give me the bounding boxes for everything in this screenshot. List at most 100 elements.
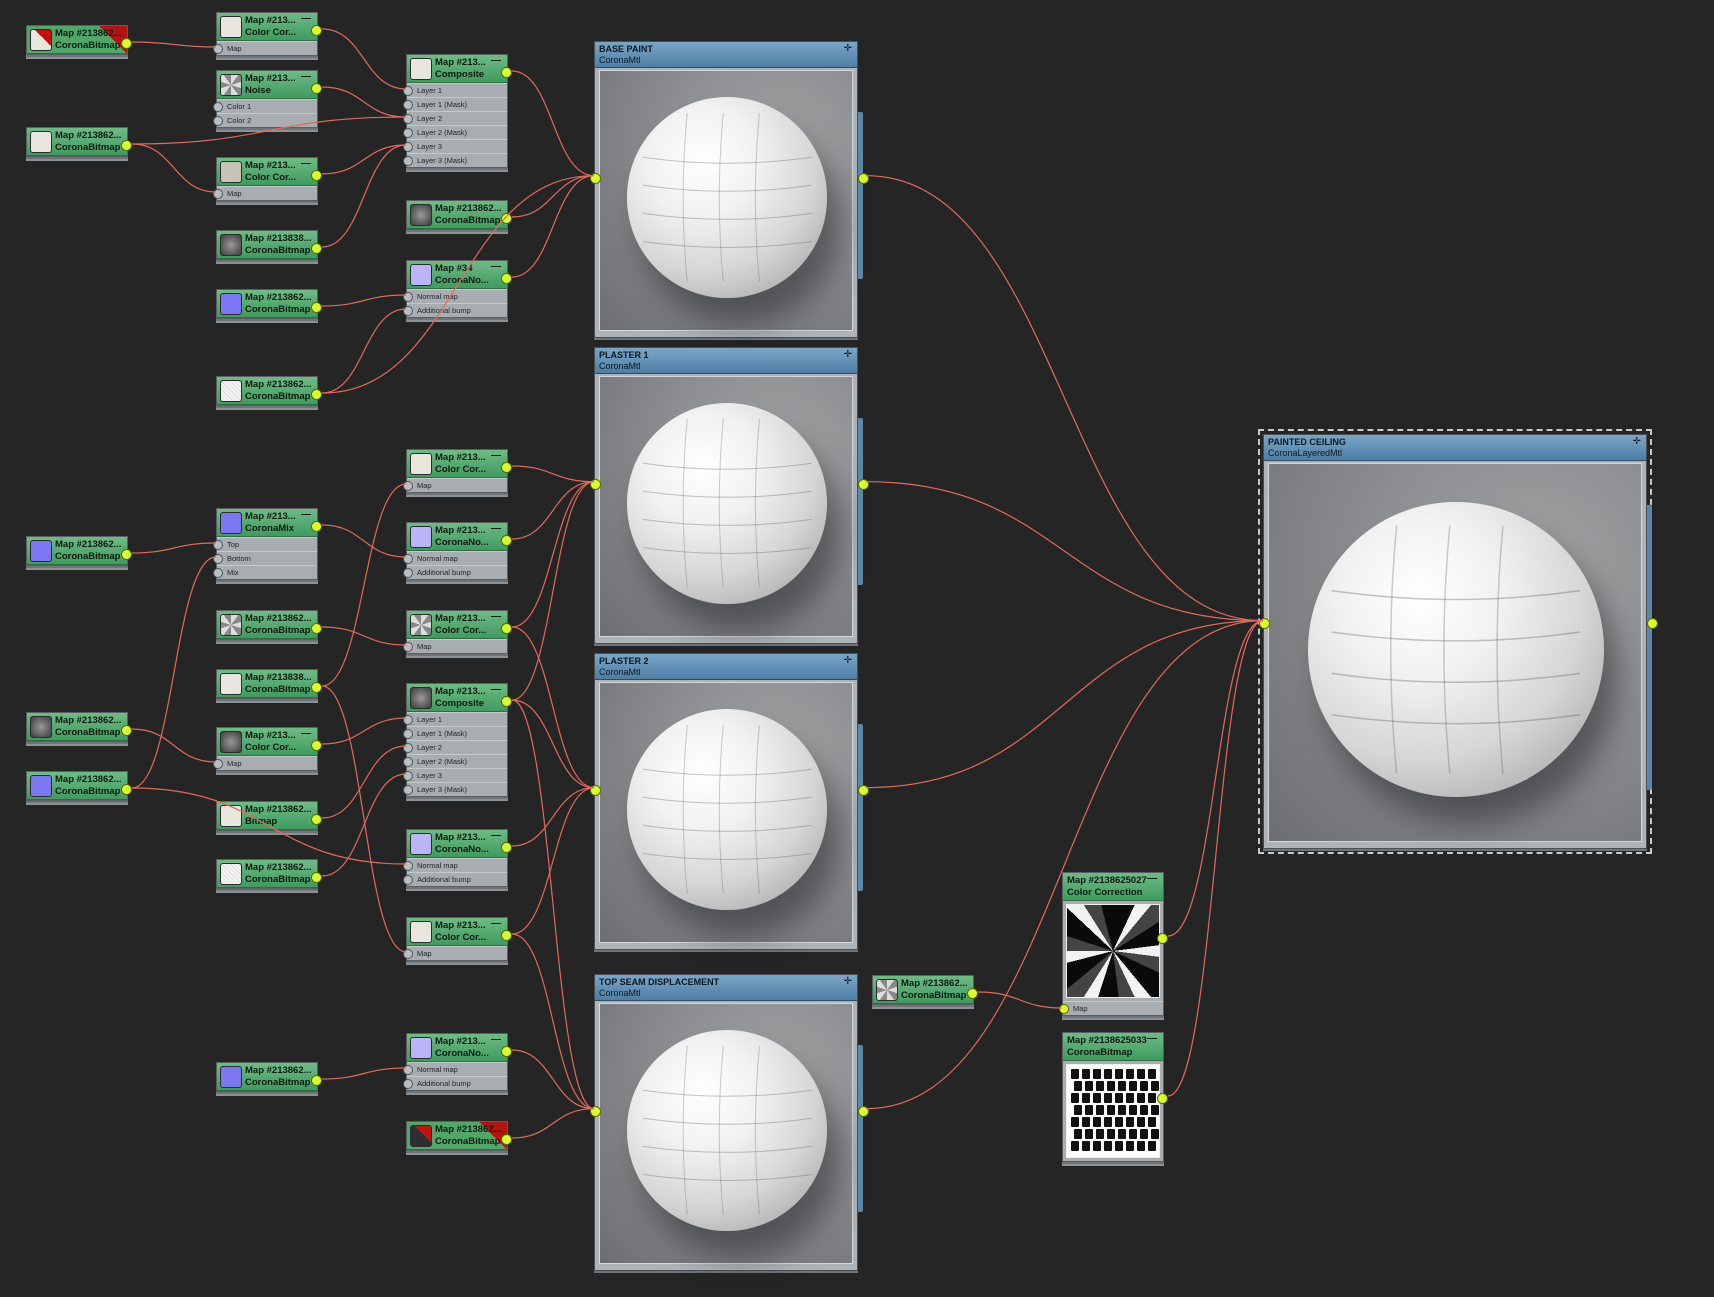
output-socket-icon[interactable] — [311, 682, 322, 693]
output-socket-icon[interactable] — [501, 623, 512, 634]
pin-icon[interactable]: ✛ — [1633, 436, 1641, 447]
input-slot[interactable]: Layer 3 (Mask) — [403, 153, 507, 167]
input-slot[interactable]: Layer 3 (Mask) — [403, 782, 507, 796]
material-header[interactable]: PLASTER 1 CoronaMtl ✛ — [595, 348, 857, 374]
output-socket-icon[interactable] — [311, 243, 322, 254]
input-socket-icon[interactable] — [403, 128, 413, 138]
input-socket-icon[interactable] — [590, 784, 601, 796]
minimize-icon[interactable]: — — [1147, 873, 1157, 884]
input-slot[interactable]: Normal map — [403, 551, 507, 565]
map-node-color-correction[interactable]: Map #2138625027 Color Correction — Map — [1059, 872, 1168, 1016]
input-socket-icon[interactable] — [403, 729, 413, 739]
output-socket-icon[interactable] — [501, 1134, 512, 1145]
input-slot[interactable]: Layer 1 (Mask) — [403, 97, 507, 111]
map-node[interactable]: Map #213... Color Cor... — Map — [213, 157, 322, 201]
map-node[interactable]: Map #213862... CoronaBitmap — [216, 859, 322, 889]
output-socket-icon[interactable] — [501, 273, 512, 284]
material-node-painted-ceiling[interactable]: PAINTED CEILING CoronaLayeredMtl ✛ — [1258, 429, 1658, 854]
input-socket-icon[interactable] — [403, 771, 413, 781]
node-header[interactable]: Map #213... Composite — — [407, 684, 507, 712]
minimize-icon[interactable]: — — [491, 523, 501, 534]
input-slot[interactable]: Map — [213, 186, 317, 200]
input-socket-icon[interactable] — [213, 44, 223, 54]
node-header[interactable]: Map #213... Noise — — [217, 71, 317, 99]
output-socket-icon[interactable] — [1647, 617, 1658, 629]
minimize-icon[interactable]: — — [491, 684, 501, 695]
output-socket-icon[interactable] — [501, 535, 512, 546]
output-socket-icon[interactable] — [121, 140, 132, 151]
input-slot[interactable]: Layer 1 — [403, 712, 507, 726]
output-socket-icon[interactable] — [1157, 1093, 1168, 1104]
material-node-plaster-2[interactable]: PLASTER 2 CoronaMtl ✛ — [590, 653, 869, 950]
input-slot[interactable]: Normal map — [403, 858, 507, 872]
input-socket-icon[interactable] — [403, 156, 413, 166]
map-node[interactable]: Map #213... Color Cor... — Map — [403, 610, 512, 654]
node-header[interactable]: Map #213862... CoronaBitmap — [27, 713, 127, 741]
material-side-tab[interactable] — [858, 112, 863, 279]
input-slot[interactable]: Map — [403, 478, 507, 492]
map-node[interactable]: Map #213862... CoronaBitmap — [216, 1062, 322, 1092]
output-socket-icon[interactable] — [311, 814, 322, 825]
output-socket-icon[interactable] — [501, 696, 512, 707]
node-header[interactable]: Map #2138625033 CoronaBitmap — — [1063, 1033, 1163, 1061]
input-slot[interactable]: Color 2 — [213, 113, 317, 127]
output-socket-icon[interactable] — [501, 1046, 512, 1057]
node-header[interactable]: Map #213... CoronaNo... — — [407, 1034, 507, 1062]
output-socket-icon[interactable] — [501, 930, 512, 941]
node-header[interactable]: Map #213862... CoronaBitmap — [217, 290, 317, 318]
map-node[interactable]: Map #213838... CoronaBitmap — [216, 230, 322, 260]
output-socket-icon[interactable] — [311, 302, 322, 313]
pin-icon[interactable]: ✛ — [844, 655, 852, 666]
input-slot[interactable]: Layer 1 — [403, 83, 507, 97]
material-node-base-paint[interactable]: BASE PAINT CoronaMtl ✛ — [590, 41, 869, 338]
map-node[interactable]: Map #213... Color Cor... — Map — [403, 449, 512, 493]
minimize-icon[interactable]: — — [301, 71, 311, 82]
output-socket-icon[interactable] — [858, 172, 869, 184]
node-header[interactable]: Map #213... CoronaNo... — — [407, 830, 507, 858]
minimize-icon[interactable]: — — [491, 261, 501, 272]
input-slot[interactable]: Layer 2 (Mask) — [403, 754, 507, 768]
input-socket-icon[interactable] — [403, 292, 413, 302]
map-node[interactable]: Map #213862... CoronaBitmap — [26, 536, 132, 566]
node-header[interactable]: Map #213862... CoronaBitmap — [217, 377, 317, 405]
node-header[interactable]: Map #213862... CoronaBitmap — [407, 1122, 507, 1150]
output-socket-icon[interactable] — [311, 623, 322, 634]
node-header[interactable]: Map #213862... CoronaBitmap — [27, 537, 127, 565]
output-socket-icon[interactable] — [121, 549, 132, 560]
minimize-icon[interactable]: — — [491, 1034, 501, 1045]
input-slot[interactable]: Normal map — [403, 289, 507, 303]
input-socket-icon[interactable] — [403, 306, 413, 316]
input-slot[interactable]: Additional bump — [403, 303, 507, 317]
minimize-icon[interactable]: — — [491, 611, 501, 622]
node-header[interactable]: Map #34 CoronaNo... — — [407, 261, 507, 289]
input-socket-icon[interactable] — [403, 86, 413, 96]
input-slot[interactable]: Map — [213, 41, 317, 55]
input-socket-icon[interactable] — [403, 554, 413, 564]
node-header[interactable]: Map #213862... CoronaBitmap — [217, 611, 317, 639]
output-socket-icon[interactable] — [121, 38, 132, 49]
map-node[interactable]: Map #213838... CoronaBitmap — [216, 669, 322, 699]
node-header[interactable]: Map #213862... CoronaBitmap — [27, 26, 127, 54]
input-socket-icon[interactable] — [403, 861, 413, 871]
map-node[interactable]: Map #213... CoronaNo... — Normal map Additio… — [403, 1033, 512, 1091]
map-node[interactable]: Map #213... CoronaNo... — Normal map Additio… — [403, 829, 512, 887]
node-header[interactable]: Map #213... Color Cor... — — [217, 728, 317, 756]
minimize-icon[interactable]: — — [491, 918, 501, 929]
node-header[interactable]: Map #213862... CoronaBitmap — [27, 772, 127, 800]
pin-icon[interactable]: ✛ — [844, 976, 852, 987]
input-socket-icon[interactable] — [213, 554, 223, 564]
input-slot[interactable]: Map — [1059, 1001, 1163, 1015]
input-slot[interactable]: Layer 3 — [403, 768, 507, 782]
map-node[interactable]: Map #213862... CoronaBitmap — [26, 771, 132, 801]
node-header[interactable]: Map #213... Color Cor... — — [217, 158, 317, 186]
minimize-icon[interactable]: — — [491, 450, 501, 461]
input-socket-icon[interactable] — [403, 642, 413, 652]
map-node[interactable]: Map #213... Composite — Layer 1 Layer 1 (Mas… — [403, 54, 512, 168]
input-slot[interactable]: Color 1 — [213, 99, 317, 113]
material-side-tab[interactable] — [1647, 505, 1652, 790]
node-header[interactable]: Map #213... Color Cor... — — [407, 450, 507, 478]
map-node[interactable]: Map #213... CoronaMix — Top Bottom Mix — [213, 508, 322, 580]
output-socket-icon[interactable] — [311, 170, 322, 181]
map-node[interactable]: Map #213... Composite — Layer 1 Layer 1 (Mas… — [403, 683, 512, 797]
input-socket-icon[interactable] — [590, 478, 601, 490]
